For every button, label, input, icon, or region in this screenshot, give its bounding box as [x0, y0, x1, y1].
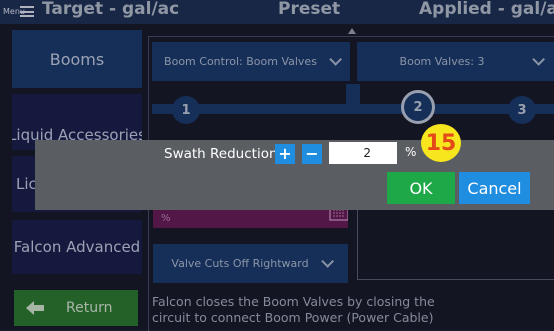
swath-reduction-label: Swath Reduction [164, 146, 278, 162]
increment-button[interactable]: + [275, 144, 295, 164]
swath-reduction-input[interactable] [329, 142, 397, 164]
cancel-button[interactable]: Cancel [459, 172, 530, 204]
decrement-button[interactable]: − [302, 144, 322, 164]
callout-number-badge: 15 [421, 124, 461, 162]
ok-button[interactable]: OK [387, 172, 455, 204]
unit-label: % [405, 145, 417, 159]
